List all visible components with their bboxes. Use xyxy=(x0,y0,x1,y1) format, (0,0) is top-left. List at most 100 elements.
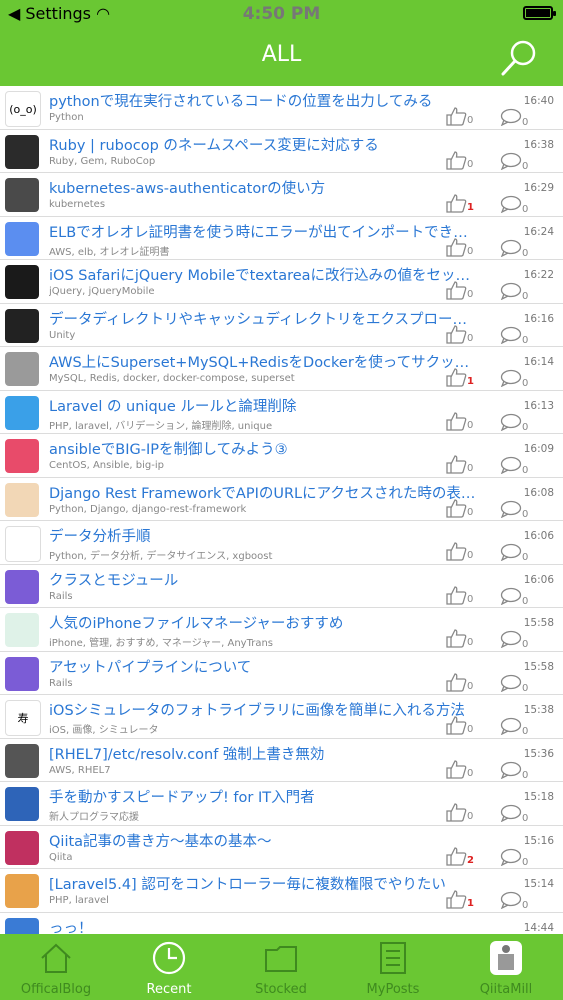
post-title[interactable]: ELBでオレオレ証明書を使う時にエラーが出てインポートできない… xyxy=(49,221,479,242)
comment-icon[interactable] xyxy=(500,674,522,692)
avatar xyxy=(5,743,39,778)
post-title[interactable]: Ruby | rubocop のネームスペース変更に対応する xyxy=(49,134,479,155)
post-title[interactable]: Django Rest FrameworkでAPIのURLにアクセスされた時の表… xyxy=(49,482,479,503)
avatar xyxy=(5,265,39,299)
post-title[interactable]: 手を動かすスピードアップ! for IT入門者 xyxy=(49,786,479,807)
thumbs-up-icon[interactable] xyxy=(445,541,467,561)
list-item[interactable]: 人気のiPhoneファイルマネージャーおすすめ iPhone, 管理, おすすめ… xyxy=(0,608,563,652)
list-item[interactable]: AWS上にSuperset+MySQL+RedisをDockerを使ってサクッと… xyxy=(0,347,563,391)
list-item[interactable]: データディレクトリやキャッシュディレクトリをエクスプローラで… Unity 16… xyxy=(0,304,563,347)
post-title[interactable]: データ分析手順 xyxy=(49,525,479,546)
thumbs-up-icon[interactable] xyxy=(445,498,467,518)
comment-icon[interactable] xyxy=(500,152,522,170)
comment-icon[interactable] xyxy=(500,239,522,257)
list-item[interactable]: kubernetes-aws-authenticatorの使い方 kuberne… xyxy=(0,173,563,217)
avatar xyxy=(5,308,39,343)
comment-icon[interactable] xyxy=(500,761,522,779)
post-title[interactable]: アセットパイプラインについて xyxy=(49,656,479,677)
post-time: 15:14 xyxy=(523,878,554,890)
post-list[interactable]: (o_o) pythonで現在実行されているコードの位置を出力してみる Pyth… xyxy=(0,86,563,934)
list-item[interactable]: クラスとモジュール Rails 16:06 0 0 xyxy=(0,565,563,608)
tab-myposts[interactable]: MyPosts xyxy=(337,934,449,1000)
comment-icon[interactable] xyxy=(500,891,522,909)
post-title[interactable]: [RHEL7]/etc/resolv.conf 強制上書き無効 xyxy=(49,743,479,764)
list-item[interactable]: [Laravel5.4] 認可をコントローラー毎に複数権限でやりたい PHP, … xyxy=(0,869,563,913)
list-item[interactable]: Django Rest FrameworkでAPIのURLにアクセスされた時の表… xyxy=(0,478,563,521)
post-title[interactable]: 人気のiPhoneファイルマネージャーおすすめ xyxy=(49,612,479,633)
list-item[interactable]: [RHEL7]/etc/resolv.conf 強制上書き無効 AWS, RHE… xyxy=(0,739,563,782)
comment-icon[interactable] xyxy=(500,587,522,605)
post-title[interactable]: っっ！ xyxy=(49,917,479,935)
thumbs-up-icon[interactable] xyxy=(445,846,467,866)
post-title[interactable]: ansibleでBIG-IPを制御してみよう③ xyxy=(49,438,479,459)
thumbs-up-icon[interactable] xyxy=(445,193,467,213)
thumbs-up-icon[interactable] xyxy=(445,411,467,431)
post-title[interactable]: データディレクトリやキャッシュディレクトリをエクスプローラで… xyxy=(49,308,479,329)
thumbs-up-icon[interactable] xyxy=(445,106,467,126)
thumbs-up-icon[interactable] xyxy=(445,280,467,300)
comment-count: 0 xyxy=(522,769,529,781)
thumbs-up-icon[interactable] xyxy=(445,150,467,170)
tab-officalblog[interactable]: OfficalBlog xyxy=(0,934,112,1000)
post-time: 16:22 xyxy=(523,269,554,281)
post-title[interactable]: iOS SafariにjQuery Mobileでtextareaに改行込みの値… xyxy=(49,264,479,285)
list-item[interactable]: アセットパイプラインについて Rails 15:58 0 0 xyxy=(0,652,563,695)
list-item[interactable]: iOS SafariにjQuery Mobileでtextareaに改行込みの値… xyxy=(0,260,563,304)
comment-icon[interactable] xyxy=(500,500,522,518)
tab-recent[interactable]: Recent xyxy=(113,934,225,1000)
like-count: 0 xyxy=(467,289,474,300)
post-title[interactable]: クラスとモジュール xyxy=(49,569,479,590)
comment-icon[interactable] xyxy=(500,326,522,344)
list-item[interactable]: Ruby | rubocop のネームスペース変更に対応する Ruby, Gem… xyxy=(0,130,563,173)
list-item[interactable]: ELBでオレオレ証明書を使う時にエラーが出てインポートできない… AWS, el… xyxy=(0,217,563,260)
comment-icon[interactable] xyxy=(500,195,522,213)
list-item[interactable]: Qiita記事の書き方〜基本の基本〜 Qiita 15:16 2 0 xyxy=(0,826,563,869)
list-item[interactable]: Laravel の unique ルールと論理削除 PHP, laravel, … xyxy=(0,391,563,434)
post-title[interactable]: kubernetes-aws-authenticatorの使い方 xyxy=(49,177,479,198)
comment-icon[interactable] xyxy=(500,848,522,866)
thumbs-up-icon[interactable] xyxy=(445,324,467,344)
post-title[interactable]: Laravel の unique ルールと論理削除 xyxy=(49,395,479,416)
comment-icon[interactable] xyxy=(500,630,522,648)
post-title[interactable]: [Laravel5.4] 認可をコントローラー毎に複数権限でやりたい xyxy=(49,873,479,894)
search-icon[interactable] xyxy=(499,38,539,78)
thumbs-up-icon[interactable] xyxy=(445,367,467,387)
thumbs-up-icon[interactable] xyxy=(445,759,467,779)
comment-icon[interactable] xyxy=(500,108,522,126)
list-item[interactable]: っっ！ 14:44 0 0 xyxy=(0,913,563,935)
post-title[interactable]: Qiita記事の書き方〜基本の基本〜 xyxy=(49,830,479,851)
post-title[interactable]: iOSシミュレータのフォトライブラリに画像を簡単に入れる方法 xyxy=(49,699,479,720)
thumbs-up-icon[interactable] xyxy=(445,237,467,257)
avatar xyxy=(5,569,39,604)
thumbs-up-icon[interactable] xyxy=(445,585,467,605)
post-time: 16:09 xyxy=(523,443,554,455)
post-time: 16:06 xyxy=(523,530,554,542)
comment-icon[interactable] xyxy=(500,456,522,474)
list-item[interactable]: ansibleでBIG-IPを制御してみよう③ CentOS, Ansible,… xyxy=(0,434,563,478)
comment-icon[interactable] xyxy=(500,413,522,431)
thumbs-up-icon[interactable] xyxy=(445,889,467,909)
thumbs-up-icon[interactable] xyxy=(445,715,467,735)
list-item[interactable]: データ分析手順 Python, データ分析, データサイエンス, xgboost… xyxy=(0,521,563,565)
comment-icon[interactable] xyxy=(500,369,522,387)
comment-icon[interactable] xyxy=(500,543,522,561)
tab-qiitamill[interactable]: QiitaMill xyxy=(450,934,562,1000)
status-bar: ◀ Settings ◠ 4:50 PM xyxy=(0,0,563,28)
comment-icon[interactable] xyxy=(500,804,522,822)
like-count: 0 xyxy=(467,637,474,648)
avatar xyxy=(5,178,39,212)
comment-icon[interactable] xyxy=(500,717,522,735)
post-title[interactable]: pythonで現在実行されているコードの位置を出力してみる xyxy=(49,90,479,111)
comment-count: 0 xyxy=(522,334,529,346)
list-item[interactable]: (o_o) pythonで現在実行されているコードの位置を出力してみる Pyth… xyxy=(0,86,563,130)
list-item[interactable]: 手を動かすスピードアップ! for IT入門者 新人プログラマ応援 15:18 … xyxy=(0,782,563,826)
comment-count: 0 xyxy=(522,160,529,172)
list-item[interactable]: 寿 iOSシミュレータのフォトライブラリに画像を簡単に入れる方法 iOS, 画像… xyxy=(0,695,563,739)
post-title[interactable]: AWS上にSuperset+MySQL+RedisをDockerを使ってサクッと… xyxy=(49,351,479,372)
tab-stocked[interactable]: Stocked xyxy=(225,934,337,1000)
thumbs-up-icon[interactable] xyxy=(445,628,467,648)
comment-icon[interactable] xyxy=(500,282,522,300)
thumbs-up-icon[interactable] xyxy=(445,672,467,692)
thumbs-up-icon[interactable] xyxy=(445,802,467,822)
thumbs-up-icon[interactable] xyxy=(445,454,467,474)
